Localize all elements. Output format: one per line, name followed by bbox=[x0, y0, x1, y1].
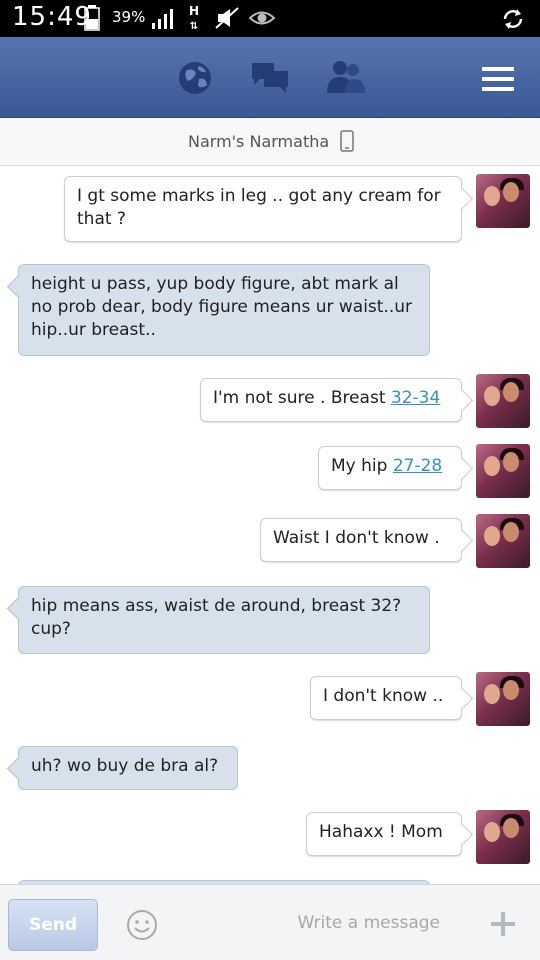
contact-name: Narm's Narmatha bbox=[188, 132, 330, 151]
message-bubble: I gt some marks in leg .. got any cream … bbox=[64, 176, 462, 242]
globe-icon[interactable] bbox=[176, 59, 214, 97]
message-thread[interactable]: I gt some marks in leg .. got any cream … bbox=[0, 166, 540, 884]
status-bar: 15:49 39% H ⇅ bbox=[0, 0, 540, 37]
eye-icon bbox=[248, 11, 276, 25]
signal-icon bbox=[152, 9, 173, 29]
message-bubble: My hip 27-28 bbox=[318, 446, 462, 490]
avatar[interactable] bbox=[476, 810, 530, 864]
conversation-header: Narm's Narmatha bbox=[0, 118, 540, 166]
message-bubble: Hahaxx ! Mom bbox=[306, 812, 462, 856]
message-bubble: uh? wo buy de bra al? bbox=[18, 746, 238, 790]
send-button[interactable]: Send bbox=[8, 899, 98, 951]
chat-icon[interactable] bbox=[250, 59, 290, 95]
message-bubble: height u pass, yup body figure, abt mark… bbox=[18, 264, 430, 356]
compose-bar: Send bbox=[0, 884, 540, 960]
mute-icon bbox=[215, 7, 239, 29]
message-bubble: hip means ass, waist de around, breast 3… bbox=[18, 586, 430, 654]
sync-icon bbox=[503, 9, 523, 29]
emoji-icon[interactable] bbox=[126, 909, 158, 941]
network-type: H ⇅ bbox=[188, 4, 200, 32]
battery-percent: 39% bbox=[112, 8, 146, 26]
menu-icon[interactable] bbox=[480, 64, 516, 94]
avatar[interactable] bbox=[476, 514, 530, 568]
avatar[interactable] bbox=[476, 672, 530, 726]
message-link[interactable]: 27-28 bbox=[393, 456, 442, 476]
mobile-phone-icon bbox=[340, 130, 354, 152]
message-link[interactable]: 32-34 bbox=[391, 388, 440, 408]
avatar[interactable] bbox=[476, 374, 530, 428]
avatar[interactable] bbox=[476, 174, 530, 228]
message-bubble: I'm not sure . Breast 32-34 bbox=[200, 378, 462, 422]
message-bubble: Waist I don't know . bbox=[260, 518, 462, 562]
battery-icon bbox=[84, 5, 100, 31]
message-bubble: I don't know .. bbox=[310, 676, 462, 720]
friends-icon[interactable] bbox=[325, 59, 367, 95]
clock: 15:49 bbox=[12, 2, 92, 32]
add-icon[interactable] bbox=[488, 909, 518, 939]
message-input[interactable] bbox=[170, 903, 450, 943]
avatar[interactable] bbox=[476, 444, 530, 498]
app-header bbox=[0, 37, 540, 118]
